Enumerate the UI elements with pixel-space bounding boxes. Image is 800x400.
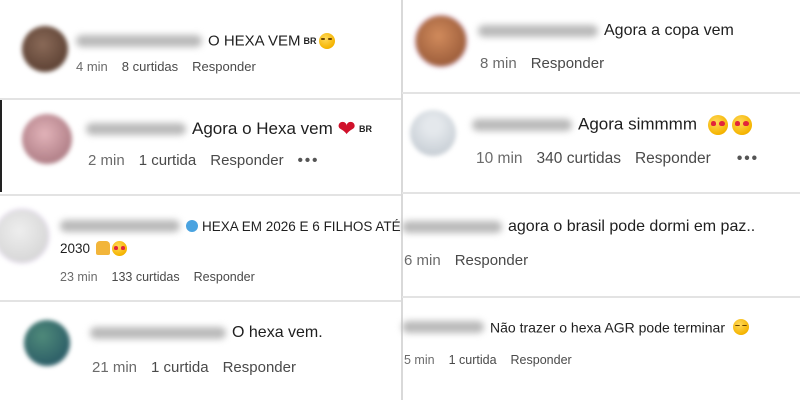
reply-button[interactable]: Responder bbox=[531, 55, 604, 72]
comment-time: 10 min bbox=[476, 150, 523, 167]
avatar[interactable] bbox=[0, 208, 50, 264]
reply-button[interactable]: Responder bbox=[511, 353, 572, 367]
comment-meta: 10 min 340 curtidas Responder ••• bbox=[476, 150, 773, 168]
comment-meta: 4 min 8 curtidas Responder bbox=[76, 59, 270, 74]
avatar[interactable] bbox=[414, 14, 468, 68]
star-eyes-emoji-icon bbox=[111, 240, 127, 256]
right-column: Agora a copa vem 8 min Responder Agora si… bbox=[402, 0, 800, 400]
reply-button[interactable]: Responder bbox=[223, 359, 296, 376]
username[interactable] bbox=[90, 327, 226, 339]
comment-item: Agora o Hexa vem ❤ BR 2 min 1 curtida Respo… bbox=[0, 100, 402, 192]
like-count[interactable]: 133 curtidas bbox=[112, 270, 180, 284]
comment-text: Agora o Hexa vem bbox=[192, 119, 333, 138]
heart-icon: ❤ bbox=[337, 116, 356, 141]
comment-item: HEXA EM 2026 E 6 FILHOS ATÉ 2030 23 min 1… bbox=[0, 196, 402, 300]
reply-button[interactable]: Responder bbox=[194, 270, 255, 284]
flag-br: BR bbox=[358, 124, 372, 134]
comment-text: O HEXA VEM bbox=[208, 32, 301, 50]
reply-button[interactable]: Responder bbox=[210, 152, 283, 169]
comment-meta: 8 min Responder bbox=[480, 55, 618, 72]
comment-text: Agora simmmm bbox=[578, 114, 698, 134]
reply-button[interactable]: Responder bbox=[192, 59, 256, 74]
comment-meta: 6 min Responder bbox=[404, 252, 542, 269]
username[interactable] bbox=[478, 25, 598, 37]
comment-time: 4 min bbox=[76, 59, 108, 74]
username[interactable] bbox=[76, 35, 202, 48]
avatar[interactable] bbox=[22, 114, 72, 164]
comment-item: O hexa vem. 21 min 1 curtida Responder bbox=[0, 302, 402, 400]
username[interactable] bbox=[86, 123, 186, 135]
comment-time: 2 min bbox=[88, 152, 125, 169]
comment-item: Agora simmmm 10 min 340 curtidas Responder… bbox=[402, 94, 800, 190]
comment-text: O hexa vem. bbox=[232, 324, 323, 341]
left-column: O HEXA VEM BR 4 min 8 curtidas Responder Ag… bbox=[0, 0, 402, 400]
star-eyes-emoji-icon bbox=[707, 114, 728, 135]
comment-meta: 5 min 1 curtida Responder bbox=[404, 353, 586, 367]
reply-button[interactable]: Responder bbox=[635, 150, 711, 167]
more-options-icon[interactable]: ••• bbox=[298, 152, 320, 169]
comment-time: 8 min bbox=[480, 55, 517, 72]
comment-time: 21 min bbox=[92, 359, 138, 376]
comment-text: HEXA EM 2026 E 6 FILHOS ATÉ bbox=[202, 218, 401, 234]
avatar[interactable] bbox=[410, 110, 456, 156]
comment-meta: 23 min 133 curtidas Responder bbox=[60, 270, 269, 284]
username[interactable] bbox=[472, 118, 572, 131]
username[interactable] bbox=[60, 220, 180, 233]
comment-time: 5 min bbox=[404, 353, 435, 367]
comment-item: Agora a copa vem 8 min Responder bbox=[402, 0, 800, 92]
comment-item: agora o brasil pode dormi em paz.. 6 min… bbox=[402, 194, 800, 290]
like-count[interactable]: 340 curtidas bbox=[537, 150, 621, 167]
comment-time: 23 min bbox=[60, 270, 98, 284]
comment-item: O HEXA VEM BR 4 min 8 curtidas Responder bbox=[0, 0, 402, 100]
avatar[interactable] bbox=[22, 26, 68, 72]
comment-text: Agora a copa vem bbox=[604, 22, 734, 39]
verified-badge-icon bbox=[186, 220, 198, 233]
comment-text: Não trazer o hexa AGR pode terminar bbox=[490, 319, 726, 336]
comment-time: 6 min bbox=[404, 252, 441, 269]
username[interactable] bbox=[402, 321, 484, 334]
comment-text: agora o brasil pode dormi em paz.. bbox=[508, 218, 756, 235]
comment-text-continued: 2030 bbox=[60, 240, 91, 256]
like-count[interactable]: 1 curtida bbox=[139, 152, 197, 169]
praying-emoji-icon bbox=[95, 241, 110, 256]
username[interactable] bbox=[402, 221, 502, 233]
reply-button[interactable]: Responder bbox=[455, 252, 528, 269]
laughing-emoji-icon bbox=[318, 33, 335, 50]
comment-meta: 21 min 1 curtida Responder bbox=[92, 359, 310, 376]
star-eyes-emoji-icon bbox=[731, 114, 752, 135]
like-count[interactable]: 8 curtidas bbox=[122, 59, 178, 74]
comment-meta: 2 min 1 curtida Responder ••• bbox=[88, 152, 333, 169]
avatar[interactable] bbox=[24, 320, 70, 366]
more-options-icon[interactable]: ••• bbox=[737, 150, 759, 167]
like-count[interactable]: 1 curtida bbox=[151, 359, 209, 376]
comment-item: Não trazer o hexa AGR pode terminar 5 mi… bbox=[402, 298, 800, 400]
flag-br: BR bbox=[303, 36, 317, 47]
like-count[interactable]: 1 curtida bbox=[449, 353, 497, 367]
laughing-emoji-icon bbox=[732, 319, 749, 336]
